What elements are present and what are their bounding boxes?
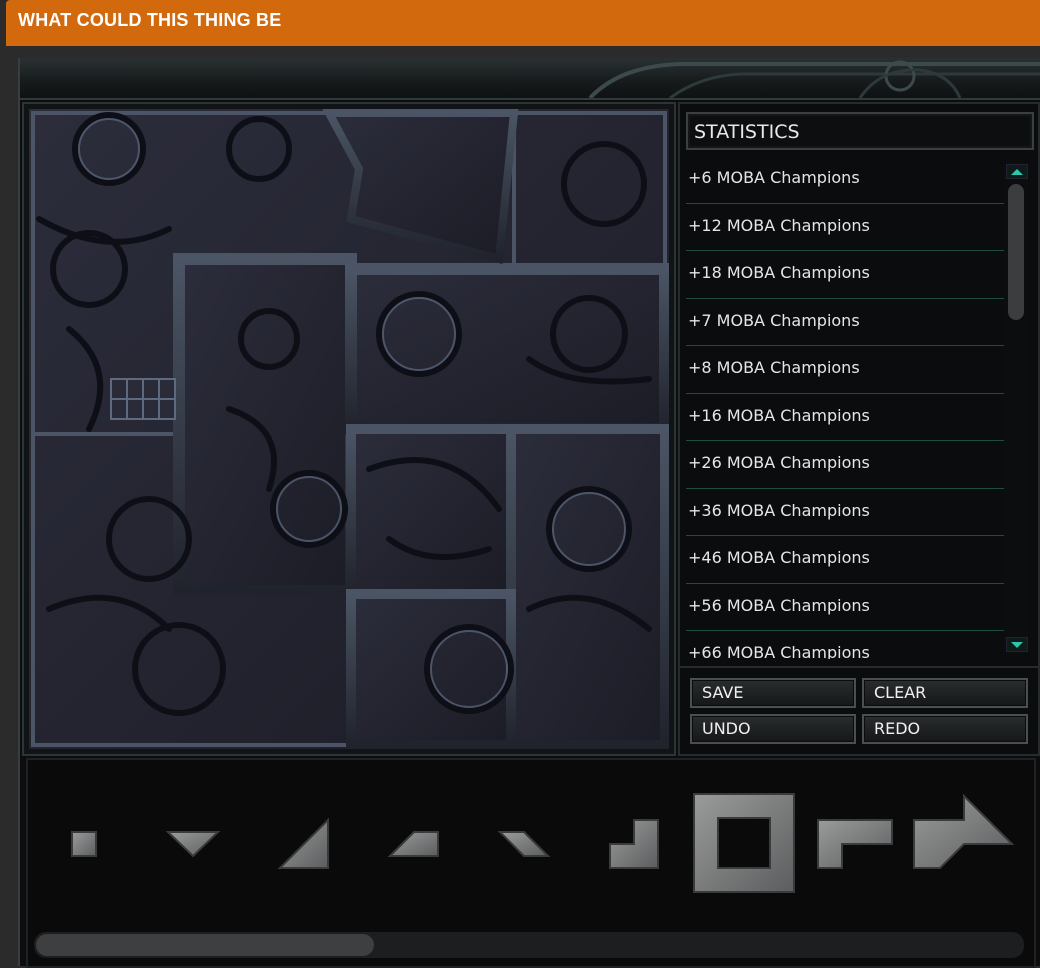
- list-item[interactable]: +36 MOBA Champions: [686, 489, 1004, 536]
- scroll-down-button[interactable]: [1006, 637, 1028, 652]
- statistics-panel: STATISTICS +6 MOBA Champions +12 MOBA Ch…: [678, 102, 1040, 756]
- list-item[interactable]: +66 MOBA Champions: [686, 631, 1004, 659]
- piece-small-triangle: [165, 831, 221, 858]
- redo-button[interactable]: REDO: [862, 714, 1028, 744]
- arrow-up-icon: [1011, 168, 1023, 175]
- list-item[interactable]: +6 MOBA Champions: [686, 156, 1004, 204]
- piece-large-triangle: [277, 817, 329, 869]
- board-artwork: [29, 109, 671, 750]
- scroll-up-button[interactable]: [1006, 164, 1028, 179]
- statistics-list[interactable]: +6 MOBA Champions +12 MOBA Champions +18…: [686, 156, 1004, 659]
- puzzle-board-frame: [22, 102, 676, 756]
- list-item[interactable]: +12 MOBA Champions: [686, 204, 1004, 251]
- piece-parallelogram-left: [387, 831, 439, 857]
- list-item[interactable]: +8 MOBA Champions: [686, 346, 1004, 394]
- game-frame: STATISTICS +6 MOBA Champions +12 MOBA Ch…: [18, 58, 1040, 968]
- clear-button[interactable]: CLEAR: [862, 678, 1028, 708]
- piece-parallelogram-right: [497, 831, 551, 857]
- window-title: WHAT COULD THIS THING BE: [18, 10, 282, 30]
- list-item[interactable]: +56 MOBA Champions: [686, 584, 1004, 631]
- piece-tray: [26, 758, 1036, 968]
- tray-pieces: [71, 793, 1015, 893]
- list-item[interactable]: +26 MOBA Champions: [686, 441, 1004, 489]
- statistics-header: STATISTICS: [686, 112, 1034, 150]
- puzzle-board[interactable]: [29, 109, 671, 750]
- list-item[interactable]: +18 MOBA Champions: [686, 251, 1004, 299]
- tray-scrollbar-thumb[interactable]: [36, 934, 374, 956]
- title-bar: WHAT COULD THIS THING BE: [6, 0, 1040, 46]
- undo-button[interactable]: UNDO: [690, 714, 856, 744]
- ornament-decoration: [588, 60, 1040, 98]
- statistics-title: STATISTICS: [694, 121, 800, 143]
- piece-step-block: [609, 819, 659, 869]
- top-ornament: [20, 58, 1040, 100]
- arrow-down-icon: [1011, 641, 1023, 648]
- piece-hollow-square: [693, 793, 795, 893]
- tray-scrollbar[interactable]: [34, 932, 1024, 958]
- statistics-scrollbar[interactable]: [1004, 164, 1028, 652]
- piece-l-block: [817, 819, 893, 869]
- list-item[interactable]: +7 MOBA Champions: [686, 299, 1004, 346]
- list-item[interactable]: +46 MOBA Champions: [686, 536, 1004, 584]
- piece-small-square: [71, 831, 97, 857]
- save-button[interactable]: SAVE: [690, 678, 856, 708]
- list-item[interactable]: +16 MOBA Champions: [686, 394, 1004, 441]
- piece-arrow-block: [913, 793, 1015, 869]
- scrollbar-thumb[interactable]: [1008, 184, 1024, 320]
- action-buttons: SAVE CLEAR UNDO REDO: [680, 666, 1038, 752]
